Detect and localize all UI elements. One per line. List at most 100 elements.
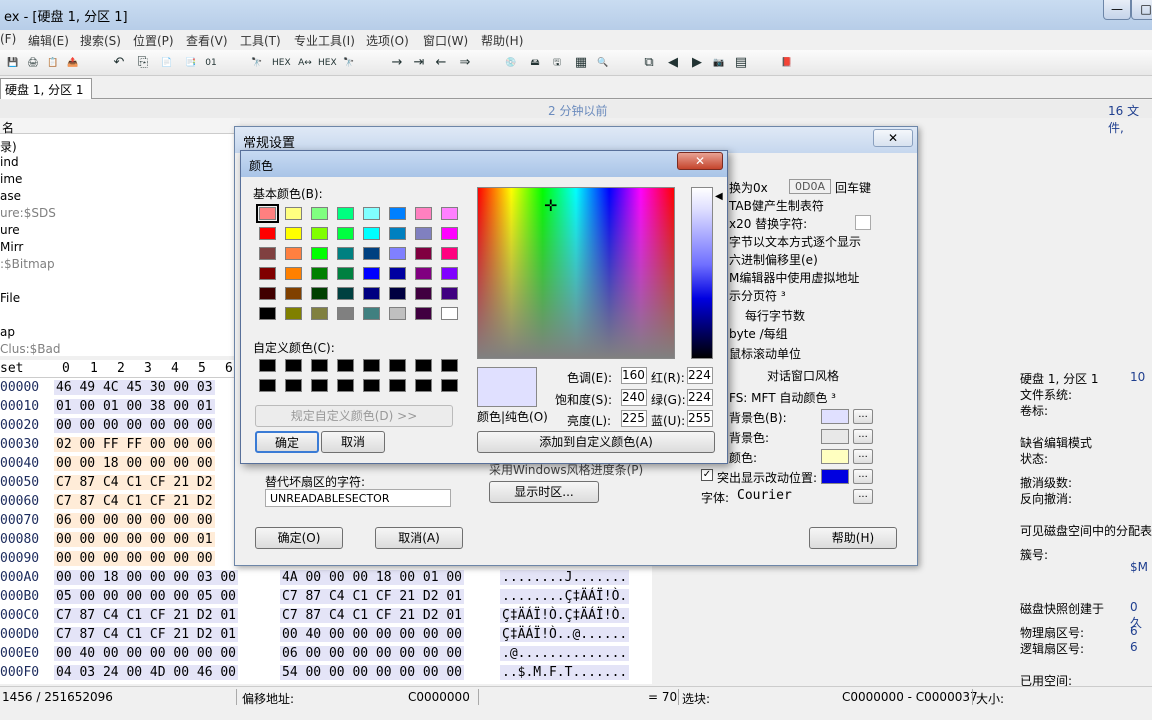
custom-color-swatch[interactable] xyxy=(389,379,406,392)
maximize-button[interactable]: □ xyxy=(1131,0,1152,20)
custom-color-swatch[interactable] xyxy=(441,379,458,392)
basic-color-swatch[interactable] xyxy=(259,227,276,240)
custom-color-swatch[interactable] xyxy=(311,379,328,392)
print-icon[interactable]: 🖨 xyxy=(24,54,42,72)
luminance-slider[interactable] xyxy=(691,187,713,359)
dir-list-item[interactable]: ure xyxy=(0,223,20,237)
general-close-button[interactable]: ✕ xyxy=(873,129,913,147)
color-cancel-button[interactable]: 取消 xyxy=(321,431,385,453)
dir-list-item[interactable]: ind xyxy=(0,155,19,169)
basic-color-swatch[interactable] xyxy=(363,267,380,280)
basic-color-swatch[interactable] xyxy=(389,287,406,300)
back-icon[interactable]: ← xyxy=(432,54,450,72)
menu-tools[interactable]: 工具(T) xyxy=(240,32,281,49)
basic-color-swatch[interactable] xyxy=(285,227,302,240)
next-icon[interactable]: ▶ xyxy=(688,54,706,72)
basic-color-swatch[interactable] xyxy=(363,307,380,320)
hex-row[interactable]: 000F0 04 03 24 00 4D 00 46 00 54 00 00 00 … xyxy=(0,663,660,682)
hex-bytes-2[interactable]: 06 00 00 00 00 00 00 00 xyxy=(280,646,465,661)
basic-color-swatch[interactable] xyxy=(389,207,406,220)
disk-icon[interactable]: 💿 xyxy=(502,54,520,72)
hex-bytes[interactable]: 00 40 00 00 00 00 00 00 xyxy=(54,646,239,661)
basic-color-swatch[interactable] xyxy=(337,307,354,320)
dir-list-item[interactable]: :$Bitmap xyxy=(0,257,55,271)
basic-color-swatch[interactable] xyxy=(441,227,458,240)
hex-text[interactable]: Ç‡ÄÁÏ!Ò..@...... xyxy=(500,627,630,642)
basic-color-swatch[interactable] xyxy=(415,267,432,280)
basic-color-swatch[interactable] xyxy=(311,207,328,220)
text-color-button[interactable]: ... xyxy=(853,449,873,464)
basic-color-swatch[interactable] xyxy=(363,287,380,300)
general-ok-button[interactable]: 确定(O) xyxy=(255,527,343,549)
newline-hex-field[interactable]: 0D0A xyxy=(789,179,831,194)
hex-bytes[interactable]: 00 00 00 00 00 00 01 xyxy=(54,532,215,547)
basic-color-swatch[interactable] xyxy=(285,267,302,280)
dir-list-item[interactable]: ure:$SDS xyxy=(0,206,56,220)
hex-bytes[interactable]: C7 87 C4 C1 CF 21 D2 01 xyxy=(54,608,239,623)
menu-window[interactable]: 窗口(W) xyxy=(423,32,468,49)
export-icon[interactable]: 📤 xyxy=(64,54,82,72)
goto-icon[interactable]: → xyxy=(388,54,406,72)
basic-color-swatch[interactable] xyxy=(415,247,432,260)
basic-color-swatch[interactable] xyxy=(285,207,302,220)
hex-row[interactable]: 000A0 00 00 18 00 00 00 03 00 4A 00 00 00 … xyxy=(0,568,660,587)
hex-bytes-2[interactable]: 54 00 00 00 00 00 00 00 xyxy=(280,665,465,680)
hex-row[interactable]: 000E0 00 40 00 00 00 00 00 00 06 00 00 00 … xyxy=(0,644,660,663)
copy-icon[interactable]: ⎘ xyxy=(134,54,152,72)
add-custom-color-button[interactable]: 添加到自定义颜色(A) xyxy=(477,431,715,453)
custom-color-swatch[interactable] xyxy=(337,379,354,392)
hex-bytes[interactable]: 00 00 00 00 00 00 00 xyxy=(54,551,215,566)
basic-color-swatch[interactable] xyxy=(441,307,458,320)
menu-help[interactable]: 帮助(H) xyxy=(481,32,523,49)
basic-color-swatch[interactable] xyxy=(311,247,328,260)
minimize-button[interactable]: — xyxy=(1103,0,1131,20)
dir-list-item[interactable]: File xyxy=(0,291,20,305)
search-icon[interactable]: 🔍 xyxy=(594,54,612,72)
ram-icon[interactable]: 🖫 xyxy=(548,54,566,72)
properties-icon[interactable]: 📋 xyxy=(44,54,62,72)
basic-color-swatch[interactable] xyxy=(337,207,354,220)
hex-row[interactable]: 000B0 05 00 00 00 00 00 05 00 C7 87 C4 C1 … xyxy=(0,587,660,606)
basic-color-swatch[interactable] xyxy=(389,307,406,320)
highlight-changes-checkbox[interactable]: ✓ xyxy=(701,469,713,481)
basic-color-swatch[interactable] xyxy=(285,247,302,260)
save-icon[interactable]: 💾 xyxy=(4,54,22,72)
hex-text[interactable]: .@.............. xyxy=(500,646,630,661)
replace-hex-icon[interactable]: HEX xyxy=(318,54,337,72)
basic-color-swatch[interactable] xyxy=(285,307,302,320)
hex-text[interactable]: Ç‡ÄÁÏ!Ò.Ç‡ÄÁÏ!Ò. xyxy=(500,608,630,623)
basic-color-swatch[interactable] xyxy=(337,247,354,260)
custom-color-swatch[interactable] xyxy=(415,379,432,392)
bin-hex-icon[interactable]: 01 xyxy=(202,54,220,72)
hex-bytes-2[interactable]: 4A 00 00 00 18 00 01 00 xyxy=(280,570,465,585)
basic-color-swatch[interactable] xyxy=(311,227,328,240)
dir-list-item[interactable]: ime xyxy=(0,172,22,186)
dir-header[interactable]: 名 xyxy=(0,118,240,135)
paste-icon[interactable]: 📄 xyxy=(158,54,176,72)
hex-row[interactable]: 000D0 C7 87 C4 C1 CF 21 D2 01 00 40 00 00 … xyxy=(0,625,660,644)
basic-color-swatch[interactable] xyxy=(415,227,432,240)
hex-text[interactable]: ........J....... xyxy=(500,570,630,585)
hex-bytes[interactable]: C7 87 C4 C1 CF 21 D2 xyxy=(54,494,215,509)
custom-color-swatch[interactable] xyxy=(337,359,354,372)
basic-color-swatch[interactable] xyxy=(337,287,354,300)
color-close-button[interactable]: ✕ xyxy=(677,152,723,170)
tab-disk1-part1[interactable]: 硬盘 1, 分区 1 xyxy=(0,78,92,99)
green-field[interactable]: 224 xyxy=(687,389,713,406)
partition-icon[interactable]: 🖴 xyxy=(526,54,544,72)
saturation-field[interactable]: 240 xyxy=(621,389,647,406)
hex-bytes[interactable]: 00 00 18 00 00 00 03 00 xyxy=(54,570,239,585)
custom-color-swatch[interactable] xyxy=(389,359,406,372)
sync-icon[interactable]: ⧉ xyxy=(640,54,658,72)
basic-color-swatch[interactable] xyxy=(363,207,380,220)
basic-color-swatch[interactable] xyxy=(337,267,354,280)
basic-color-swatch[interactable] xyxy=(259,247,276,260)
dir-list-item[interactable]: ap xyxy=(0,325,15,339)
custom-color-swatch[interactable] xyxy=(285,359,302,372)
custom-color-swatch[interactable] xyxy=(259,359,276,372)
basic-color-swatch[interactable] xyxy=(441,287,458,300)
blue-field[interactable]: 255 xyxy=(687,410,713,427)
basic-color-swatch[interactable] xyxy=(389,267,406,280)
custom-color-swatch[interactable] xyxy=(363,359,380,372)
dir-list-item[interactable]: Clus:$Bad xyxy=(0,342,60,356)
